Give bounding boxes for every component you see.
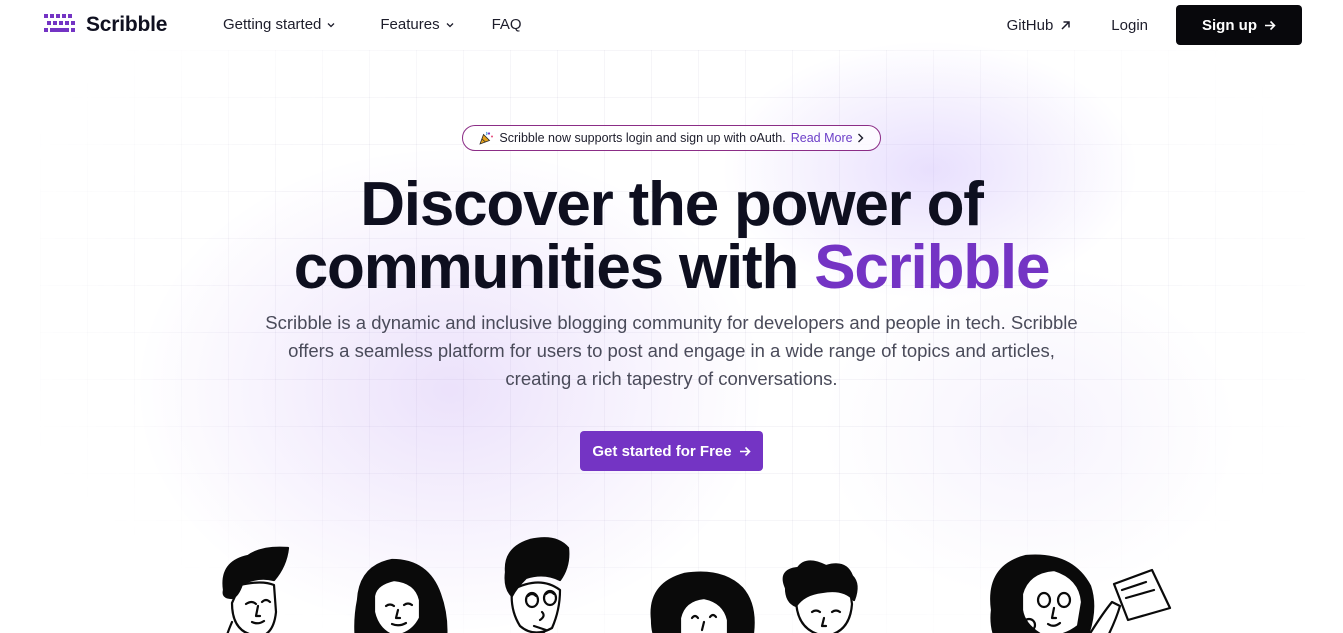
- signup-button[interactable]: Sign up: [1176, 5, 1302, 45]
- top-navbar: Scribble Getting started Features FAQ Gi…: [0, 0, 1343, 52]
- github-label: GitHub: [1006, 16, 1054, 34]
- nav-item-features[interactable]: Features: [380, 16, 454, 33]
- brand-logo[interactable]: Scribble: [44, 13, 167, 37]
- person-illustration: [782, 560, 858, 633]
- get-started-button[interactable]: Get started for Free: [580, 431, 763, 471]
- person-illustration: [650, 571, 755, 633]
- read-more-label: Read More: [790, 131, 853, 145]
- hero-title-prefix: communities with: [293, 233, 815, 302]
- party-popper-icon: [479, 131, 494, 145]
- announcement-pill[interactable]: Scribble now supports login and sign up …: [462, 125, 881, 151]
- hero-title-line1: Discover the power of: [360, 170, 984, 239]
- person-illustration: [222, 546, 290, 633]
- arrow-right-icon: [739, 446, 751, 456]
- nav-links: Getting started Features FAQ: [223, 16, 522, 33]
- chevron-down-icon: [446, 22, 454, 27]
- chevron-right-icon: [857, 133, 864, 143]
- hero-description: Scribble is a dynamic and inclusive blog…: [265, 312, 1078, 389]
- announcement-text: Scribble now supports login and sign up …: [499, 131, 786, 145]
- signup-label: Sign up: [1202, 16, 1257, 34]
- nav-actions: GitHub Login Sign up: [1007, 5, 1302, 45]
- person-illustration: [504, 537, 570, 633]
- cta-label: Get started for Free: [592, 442, 732, 460]
- read-more-link[interactable]: Read More: [791, 131, 864, 145]
- person-illustration: [990, 554, 1172, 633]
- hero-title-line2: communities with Scribble: [0, 236, 1343, 300]
- login-link[interactable]: Login: [1111, 17, 1148, 34]
- chevron-down-icon: [327, 22, 335, 27]
- arrow-right-icon: [1265, 20, 1276, 30]
- nav-item-label: FAQ: [491, 16, 522, 33]
- keyboard-icon: [44, 14, 75, 32]
- nav-item-label: Features: [380, 16, 440, 33]
- landing-page: Scribble Getting started Features FAQ Gi…: [0, 0, 1343, 633]
- brand-name: Scribble: [86, 13, 168, 36]
- arrow-up-right-icon: [1061, 20, 1071, 30]
- hero-title-accent: Scribble: [814, 233, 1050, 302]
- nav-item-label: Getting started: [223, 16, 322, 33]
- person-illustration: [354, 558, 448, 633]
- community-illustration: [222, 537, 1172, 633]
- github-link[interactable]: GitHub: [1007, 17, 1072, 34]
- nav-item-faq[interactable]: FAQ: [492, 16, 522, 33]
- nav-item-getting-started[interactable]: Getting started: [223, 16, 335, 33]
